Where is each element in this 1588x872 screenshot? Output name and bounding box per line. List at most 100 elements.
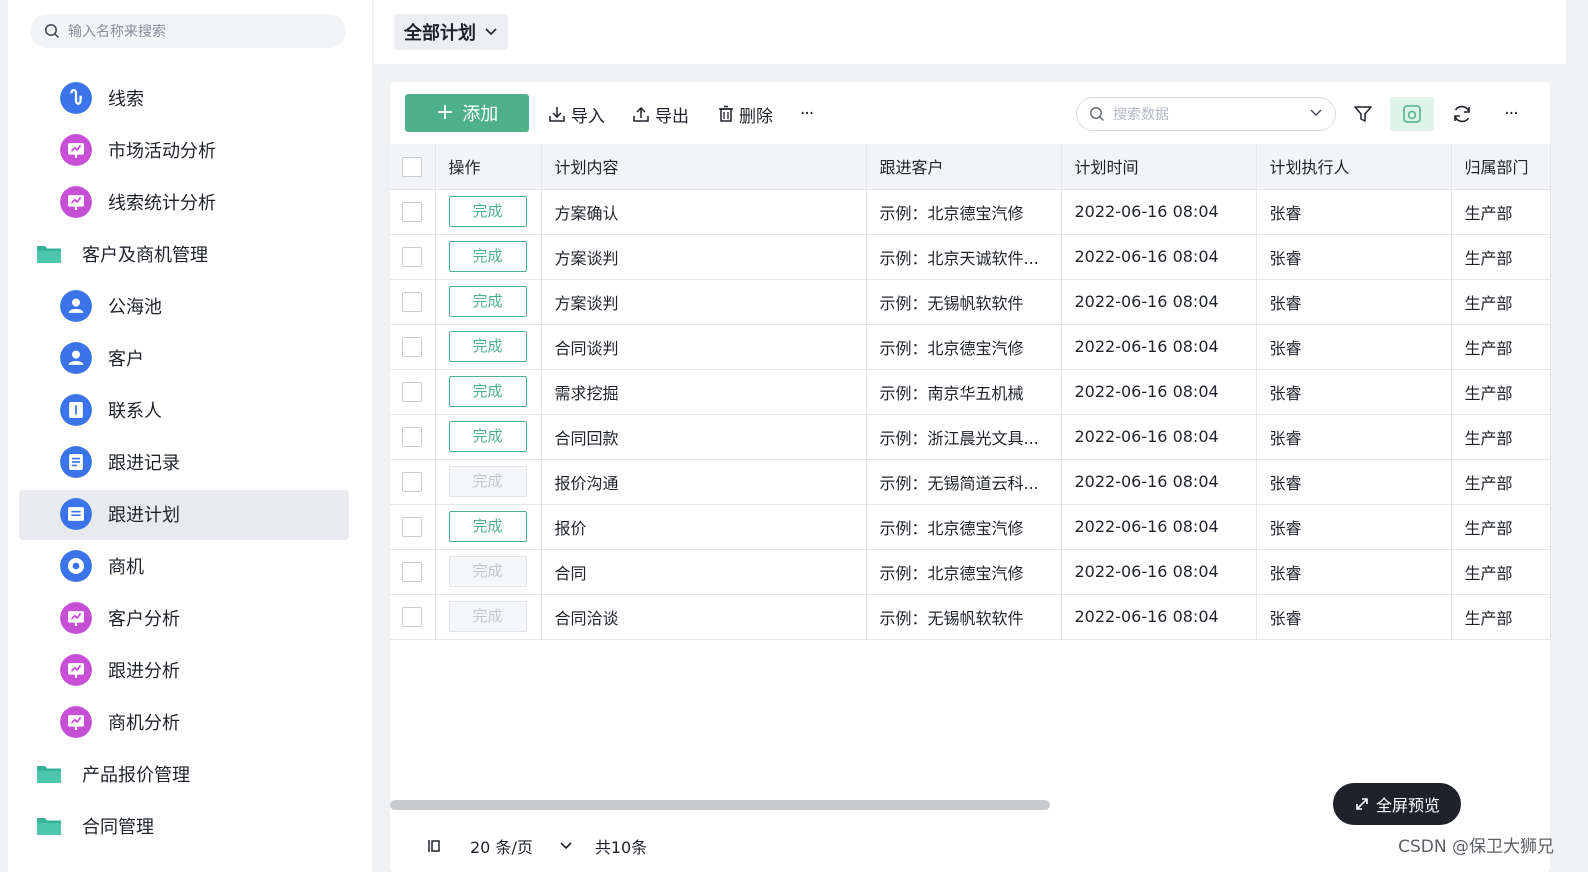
sidebar-search-placeholder: 输入名称来搜索	[68, 24, 166, 40]
top-bar: 全部计划	[374, 0, 1566, 64]
filter-icon[interactable]	[1347, 98, 1379, 130]
department-cell: 生产部	[1451, 504, 1551, 550]
import-icon	[549, 107, 565, 122]
row-checkbox[interactable]	[402, 336, 422, 357]
table-row[interactable]: 完成 报价 示例：北京德宝汽修 2022-06-16 08:04 张睿 生产部	[390, 504, 1551, 550]
sidebar-item-5[interactable]: 客户	[8, 332, 372, 384]
sidebar-item-label: 线索统计分析	[108, 193, 216, 214]
sidebar-item-11[interactable]: 跟进分析	[8, 644, 372, 696]
executor-cell: 张睿	[1256, 594, 1452, 640]
plan-time-cell: 2022-06-16 08:04	[1061, 369, 1257, 415]
chevron-down-icon[interactable]	[1309, 108, 1323, 118]
row-select-cell	[390, 414, 436, 460]
row-checkbox[interactable]	[402, 426, 422, 447]
view-selector[interactable]: 全部计划	[394, 14, 508, 50]
table-row[interactable]: 完成 合同洽谈 示例：无锡帆软软件 2022-06-16 08:04 张睿 生产部	[390, 594, 1551, 640]
action-cell: 完成	[435, 324, 542, 370]
delete-button[interactable]: 删除	[718, 102, 773, 127]
sidebar-item-7[interactable]: 跟进记录	[8, 436, 372, 488]
action-cell: 完成	[435, 549, 542, 595]
row-checkbox[interactable]	[402, 246, 422, 267]
sidebar-item-label: 线索	[108, 89, 144, 110]
chevron-down-icon[interactable]	[559, 841, 573, 851]
sidebar-item-3[interactable]: 客户及商机管理	[8, 228, 372, 280]
plan-time-cell: 2022-06-16 08:04	[1061, 459, 1257, 505]
sidebar-item-8[interactable]: 跟进计划	[8, 488, 372, 540]
add-button[interactable]: + 添加	[405, 94, 529, 132]
complete-button[interactable]: 完成	[448, 331, 527, 362]
sidebar-item-10[interactable]: 客户分析	[8, 592, 372, 644]
select-all-checkbox[interactable]	[402, 156, 422, 177]
export-label: 导出	[655, 106, 689, 127]
table-row[interactable]: 完成 方案确认 示例：北京德宝汽修 2022-06-16 08:04 张睿 生产部	[390, 189, 1551, 235]
complete-button[interactable]: 完成	[448, 286, 527, 317]
row-checkbox[interactable]	[402, 471, 422, 492]
refresh-icon[interactable]	[1446, 98, 1478, 130]
complete-button: 完成	[448, 556, 527, 587]
fullscreen-preview-button[interactable]: 全屏预览	[1333, 783, 1461, 825]
column-header-customer[interactable]: 跟进客户	[866, 144, 1062, 190]
row-checkbox[interactable]	[402, 381, 422, 402]
complete-button[interactable]: 完成	[448, 511, 527, 542]
table-row[interactable]: 完成 方案谈判 示例：北京天诚软件... 2022-06-16 08:04 张睿 生产部	[390, 234, 1551, 280]
data-search-input[interactable]: 搜索数据	[1076, 97, 1336, 131]
sidebar-item-4[interactable]: 公海池	[8, 280, 372, 332]
chart-icon	[60, 654, 92, 686]
sidebar-item-6[interactable]: 联系人	[8, 384, 372, 436]
sidebar-item-13[interactable]: 产品报价管理	[8, 748, 372, 800]
customer-cell: 示例：南京华五机械	[866, 369, 1062, 415]
column-header-department[interactable]: 归属部门	[1451, 144, 1551, 190]
row-checkbox[interactable]	[402, 516, 422, 537]
sidebar-item-label: 跟进记录	[108, 453, 180, 474]
action-cell: 完成	[435, 594, 542, 640]
row-checkbox[interactable]	[402, 606, 422, 627]
sidebar: 输入名称来搜索 线索市场活动分析线索统计分析客户及商机管理公海池客户 联系人跟进记…	[8, 0, 372, 872]
row-checkbox[interactable]	[402, 201, 422, 222]
column-header-content[interactable]: 计划内容	[541, 144, 867, 190]
table-row[interactable]: 完成 合同 示例：北京德宝汽修 2022-06-16 08:04 张睿 生产部	[390, 549, 1551, 595]
import-button[interactable]: 导入	[548, 102, 605, 127]
horizontal-scrollbar[interactable]	[390, 800, 1050, 810]
table-header-row: 操作 计划内容 跟进客户 计划时间 计划执行人 归属部门	[390, 144, 1551, 190]
row-checkbox[interactable]	[402, 561, 422, 582]
action-cell: 完成	[435, 234, 542, 280]
more-actions-button[interactable]: ···	[800, 102, 814, 126]
sidebar-search-input[interactable]: 输入名称来搜索	[30, 14, 346, 48]
search-icon	[45, 24, 60, 39]
record-icon	[60, 446, 92, 478]
sidebar-item-9[interactable]: 商机	[8, 540, 372, 592]
table-row[interactable]: 完成 合同谈判 示例：北京德宝汽修 2022-06-16 08:04 张睿 生产部	[390, 324, 1551, 370]
sidebar-item-label: 产品报价管理	[82, 765, 190, 786]
complete-button[interactable]: 完成	[448, 376, 527, 407]
sidebar-item-12[interactable]: 商机分析	[8, 696, 372, 748]
plan-content-cell: 方案谈判	[541, 279, 867, 325]
view-toggle-icon[interactable]	[1390, 97, 1434, 131]
sidebar-item-14[interactable]: 合同管理	[8, 800, 372, 852]
export-button[interactable]: 导出	[632, 102, 689, 127]
chart-icon	[60, 602, 92, 634]
action-cell: 完成	[435, 369, 542, 415]
page-list-icon[interactable]	[426, 838, 442, 854]
sidebar-item-0[interactable]: 线索	[8, 72, 372, 124]
sidebar-item-1[interactable]: 市场活动分析	[8, 124, 372, 176]
table-row[interactable]: 完成 报价沟通 示例：无锡简道云科... 2022-06-16 08:04 张睿 生产部	[390, 459, 1551, 505]
table-row[interactable]: 完成 需求挖掘 示例：南京华五机械 2022-06-16 08:04 张睿 生产部	[390, 369, 1551, 415]
complete-button[interactable]: 完成	[448, 421, 527, 452]
page-size-label[interactable]: 20 条/页	[470, 834, 533, 858]
table-row[interactable]: 完成 合同回款 示例：浙江晨光文具... 2022-06-16 08:04 张睿 生产部	[390, 414, 1551, 460]
complete-button[interactable]: 完成	[448, 196, 527, 227]
sidebar-item-2[interactable]: 线索统计分析	[8, 176, 372, 228]
data-card: + 添加 导入 导出 删除 ··· 搜索数据 ··· 操作 计划内容 跟进客户 …	[390, 82, 1551, 872]
sidebar-item-label: 公海池	[108, 297, 162, 318]
chart-icon	[60, 186, 92, 218]
column-header-action[interactable]: 操作	[435, 144, 542, 190]
plan-time-cell: 2022-06-16 08:04	[1061, 279, 1257, 325]
row-checkbox[interactable]	[402, 291, 422, 312]
column-header-time[interactable]: 计划时间	[1061, 144, 1257, 190]
action-cell: 完成	[435, 414, 542, 460]
column-header-executor[interactable]: 计划执行人	[1256, 144, 1452, 190]
chevron-down-icon	[485, 28, 497, 36]
complete-button[interactable]: 完成	[448, 241, 527, 272]
table-row[interactable]: 完成 方案谈判 示例：无锡帆软软件 2022-06-16 08:04 张睿 生产部	[390, 279, 1551, 325]
more-options-icon[interactable]: ···	[1495, 98, 1527, 130]
